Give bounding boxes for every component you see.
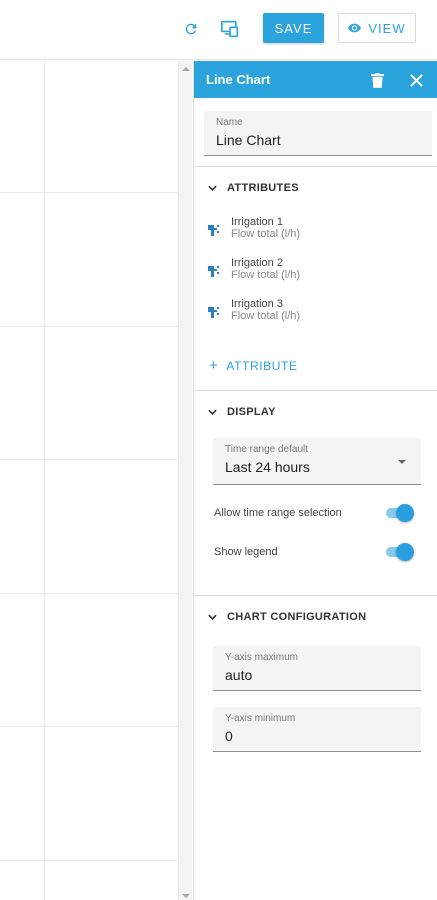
scroll-down-arrow[interactable] [182,894,190,898]
scroll-up-arrow[interactable] [182,67,190,71]
chart-configuration-section-header[interactable]: CHART CONFIGURATION [208,611,366,623]
divider [194,595,437,596]
chevron-down-icon [208,614,217,620]
time-range-value: Last 24 hours [225,459,310,475]
attribute-asset-name: Irrigation 3 [231,298,283,310]
canvas-scrollbar[interactable] [178,61,192,900]
attribute-asset-name: Irrigation 2 [231,257,283,269]
plus-icon: + [209,357,219,374]
display-section-title: DISPLAY [227,406,276,418]
device-preview-icon[interactable] [217,16,243,42]
view-button-label: VIEW [368,20,406,36]
grid-line [0,726,178,727]
attribute-item[interactable]: Irrigation 1 Flow total (l/h) [206,216,426,246]
panel-title: Line Chart [206,72,271,87]
time-range-select[interactable]: Time range default Last 24 hours [213,438,421,485]
panel-header: Line Chart [194,61,437,98]
view-button[interactable]: VIEW [338,13,416,43]
top-toolbar: SAVE VIEW [0,0,437,60]
grid-line [44,61,45,900]
allow-time-range-toggle[interactable] [385,504,414,522]
y-axis-minimum-label: Y-axis minimum [225,713,296,724]
display-section-header[interactable]: DISPLAY [208,406,276,418]
chevron-down-icon [208,185,217,191]
allow-time-range-label: Allow time range selection [214,507,342,519]
divider [194,390,437,391]
name-field[interactable]: Name [204,111,432,156]
widget-settings-panel: Line Chart Name ATTRIBUTES Irrigation 1 … [193,61,437,900]
divider [194,166,437,167]
attribute-name: Flow total (l/h) [231,310,301,322]
y-axis-minimum-input[interactable] [225,728,415,744]
asset-attribute-icon [208,266,219,277]
y-axis-maximum-input[interactable] [225,667,415,683]
show-legend-row: Show legend [214,542,414,562]
refresh-icon[interactable] [178,16,204,42]
trash-icon[interactable] [366,69,388,91]
dropdown-arrow-icon [398,460,406,464]
attributes-section-header[interactable]: ATTRIBUTES [208,182,299,194]
attribute-name: Flow total (l/h) [231,228,301,240]
name-input[interactable] [216,132,406,148]
dashboard-canvas[interactable] [0,61,178,900]
time-range-label: Time range default [225,444,309,455]
asset-attribute-icon [208,225,219,236]
chart-configuration-section-title: CHART CONFIGURATION [227,611,367,623]
add-attribute-label: ATTRIBUTE [226,359,298,373]
attribute-item[interactable]: Irrigation 2 Flow total (l/h) [206,257,426,287]
y-axis-maximum-label: Y-axis maximum [225,652,298,663]
add-attribute-button[interactable]: + ATTRIBUTE [209,357,298,374]
y-axis-minimum-field[interactable]: Y-axis minimum [213,707,421,752]
eye-icon [348,21,362,36]
close-icon[interactable] [405,69,427,91]
attribute-name: Flow total (l/h) [231,269,301,281]
grid-line [0,192,178,193]
allow-time-range-row: Allow time range selection [214,503,414,523]
grid-line [0,326,178,327]
attribute-asset-name: Irrigation 1 [231,216,283,228]
grid-line [0,860,178,861]
attributes-section-title: ATTRIBUTES [227,182,299,194]
y-axis-maximum-field[interactable]: Y-axis maximum [213,646,421,691]
show-legend-toggle[interactable] [385,543,414,561]
save-button[interactable]: SAVE [263,13,324,43]
attribute-item[interactable]: Irrigation 3 Flow total (l/h) [206,298,426,328]
name-field-label: Name [216,117,243,128]
show-legend-label: Show legend [214,546,278,558]
chevron-down-icon [208,409,217,415]
asset-attribute-icon [208,307,219,318]
grid-line [0,593,178,594]
grid-line [0,459,178,460]
